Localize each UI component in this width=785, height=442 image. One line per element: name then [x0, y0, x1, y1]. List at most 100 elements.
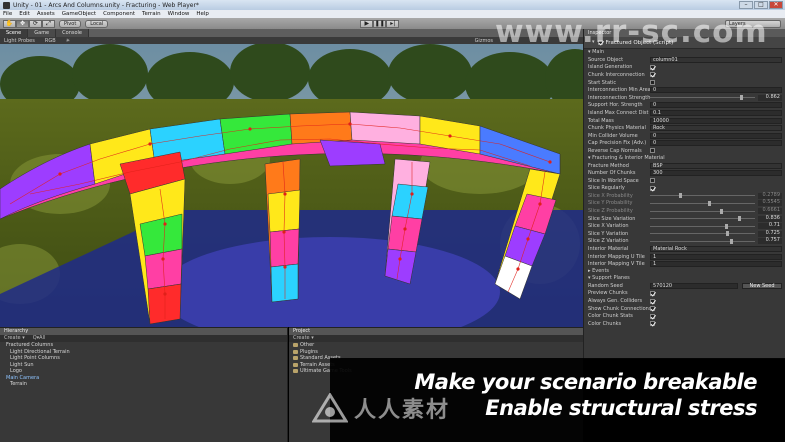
property-checkbox[interactable]: [650, 72, 655, 78]
slider-thumb[interactable]: [724, 223, 728, 229]
hierarchy-panel: Hierarchy Create ▾ Q▾All Fractured Colum…: [0, 327, 288, 442]
property-checkbox[interactable]: [650, 185, 655, 191]
value-field[interactable]: 300: [650, 170, 782, 177]
property-checkbox[interactable]: [650, 178, 655, 184]
scene-viewport[interactable]: [0, 44, 583, 327]
random-seed-field[interactable]: 570120: [650, 282, 738, 289]
property-slider[interactable]: 0.2789: [650, 192, 782, 199]
value-field[interactable]: 10000: [650, 117, 782, 124]
property-checkbox[interactable]: [650, 148, 655, 154]
tab-console[interactable]: Console: [56, 29, 89, 37]
slider-thumb[interactable]: [720, 208, 724, 214]
property-row: Fracture Method BSP: [584, 162, 785, 170]
pause-icon[interactable]: ❚❚: [373, 19, 387, 28]
value-field[interactable]: 1: [650, 261, 782, 268]
value-field[interactable]: 0: [650, 132, 782, 139]
property-slider[interactable]: 0.836: [650, 215, 782, 222]
slider-thumb[interactable]: [738, 216, 742, 222]
tab-hierarchy[interactable]: Hierarchy: [0, 328, 287, 335]
value-field[interactable]: 0: [650, 102, 782, 109]
property-slider[interactable]: 0.757: [650, 238, 782, 245]
tab-game[interactable]: Game: [28, 29, 57, 37]
slider-value[interactable]: 0.5545: [758, 200, 782, 207]
slider-thumb[interactable]: [679, 193, 683, 199]
slider-value[interactable]: 0.725: [758, 230, 782, 237]
value-field[interactable]: 1: [650, 253, 782, 260]
events-section-header[interactable]: Events: [584, 268, 785, 275]
property-slider[interactable]: 0.725: [650, 230, 782, 237]
main-section-header[interactable]: Main: [584, 49, 785, 56]
minimize-button[interactable]: –: [739, 1, 753, 9]
slider-value[interactable]: 0.6661: [758, 208, 782, 215]
lighting-toggle-icon[interactable]: ☀: [66, 38, 70, 44]
property-row: Slice In World Space: [584, 177, 785, 185]
caption-line-1: Make your scenario breakable: [414, 370, 757, 394]
slider-thumb[interactable]: [729, 238, 733, 244]
property-slider[interactable]: 0.6661: [650, 208, 782, 215]
slider-value[interactable]: 0.862: [758, 94, 782, 101]
property-checkbox[interactable]: [650, 80, 655, 86]
tab-project[interactable]: Project: [289, 328, 583, 335]
property-slider[interactable]: 0.862: [650, 94, 782, 101]
support-planes-section-header[interactable]: Support Planes: [584, 275, 785, 282]
object-field[interactable]: Material Rock: [650, 246, 782, 253]
pivot-toggle[interactable]: Pivot: [59, 19, 82, 28]
preview-option-checkbox[interactable]: [650, 298, 655, 304]
property-row: Start Static: [584, 79, 785, 87]
object-field[interactable]: Rock: [650, 125, 782, 132]
property-slider[interactable]: 0.71: [650, 223, 782, 230]
slider-thumb[interactable]: [725, 231, 729, 237]
slider-thumb[interactable]: [707, 200, 711, 206]
slider-value[interactable]: 0.71: [758, 223, 782, 230]
menu-edit[interactable]: Edit: [19, 11, 30, 17]
menu-help[interactable]: Help: [196, 11, 209, 17]
property-label: Island Generation: [588, 64, 633, 71]
preview-option-checkbox[interactable]: [650, 306, 655, 312]
play-icon[interactable]: ▶: [360, 19, 374, 28]
project-create-dropdown[interactable]: Create ▾: [293, 335, 314, 342]
hierarchy-item[interactable]: Terrain: [0, 381, 287, 388]
step-icon[interactable]: ▸|: [386, 19, 400, 28]
preview-option-checkbox[interactable]: [650, 290, 655, 296]
property-label: Slice X Probability: [588, 192, 633, 199]
new-seed-button[interactable]: New Seed: [742, 282, 782, 289]
preview-option-checkbox[interactable]: [650, 313, 655, 319]
object-field[interactable]: BSP: [650, 162, 782, 169]
render-mode-dropdown[interactable]: Light Probes: [4, 38, 35, 44]
hand-tool-icon[interactable]: ✋: [3, 19, 16, 28]
menu-component[interactable]: Component: [103, 11, 135, 17]
color-mode-dropdown[interactable]: RGB: [45, 38, 56, 44]
menu-window[interactable]: Window: [168, 11, 190, 17]
inspector-panel: Inspector Fractured Object (Script) Main…: [583, 29, 785, 359]
slider-value[interactable]: 0.757: [758, 238, 782, 245]
close-button[interactable]: ✕: [769, 1, 783, 9]
slider-value[interactable]: 0.2789: [758, 192, 782, 199]
fracturing-section-header[interactable]: Fracturing & Interior Material: [584, 155, 785, 162]
menu-file[interactable]: File: [3, 11, 12, 17]
local-toggle[interactable]: Local: [85, 19, 109, 28]
rotate-tool-icon[interactable]: ⟳: [29, 19, 42, 28]
value-field[interactable]: 0: [650, 87, 782, 94]
scale-tool-icon[interactable]: ⤢: [42, 19, 55, 28]
tab-scene[interactable]: Scene: [0, 29, 29, 37]
window-titlebar: Unity - 01 - Arcs And Columns.unity - Fr…: [0, 0, 785, 10]
menu-gameobject[interactable]: GameObject: [62, 11, 96, 17]
property-checkbox[interactable]: [650, 64, 655, 70]
preview-option-row: Show Chunk Connections: [584, 305, 785, 313]
slider-thumb[interactable]: [740, 95, 744, 101]
slider-value[interactable]: 0.836: [758, 215, 782, 222]
random-seed-label: Random Seed: [588, 282, 623, 289]
maximize-button[interactable]: □: [754, 1, 768, 9]
gizmos-dropdown[interactable]: Gizmos: [475, 38, 493, 44]
property-row: Island Max Connect Dist 0.1: [584, 109, 785, 117]
menu-assets[interactable]: Assets: [37, 11, 55, 17]
value-field[interactable]: 0.1: [650, 109, 782, 116]
move-tool-icon[interactable]: ✥: [16, 19, 29, 28]
hierarchy-create-dropdown[interactable]: Create ▾: [4, 335, 25, 342]
value-field[interactable]: 0: [650, 140, 782, 147]
menu-terrain[interactable]: Terrain: [142, 11, 161, 17]
preview-option-checkbox[interactable]: [650, 321, 655, 327]
object-field[interactable]: column01: [650, 56, 782, 63]
property-slider[interactable]: 0.5545: [650, 200, 782, 207]
hierarchy-search-field[interactable]: Q▾All: [33, 335, 46, 342]
